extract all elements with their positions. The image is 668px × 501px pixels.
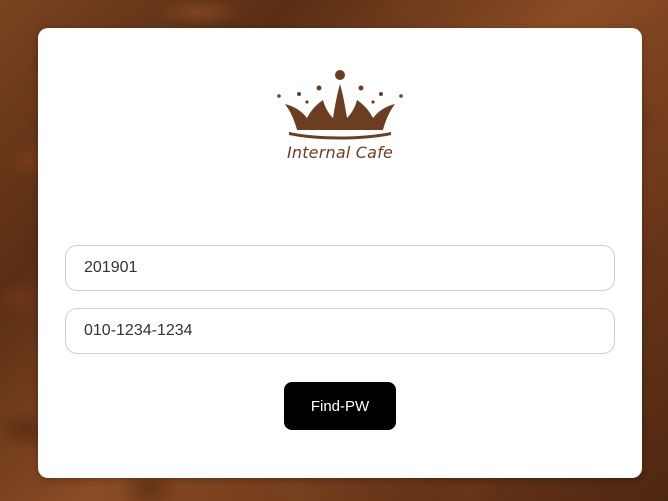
logo: Internal Cafe [267, 66, 413, 166]
phone-number-input[interactable] [65, 308, 615, 354]
find-password-button[interactable]: Find-PW [284, 382, 396, 430]
employee-id-input[interactable] [65, 245, 615, 291]
brand-name: Internal Cafe [286, 143, 394, 162]
find-password-card: Internal Cafe Find-PW [38, 28, 642, 478]
crown-icon [277, 70, 403, 140]
